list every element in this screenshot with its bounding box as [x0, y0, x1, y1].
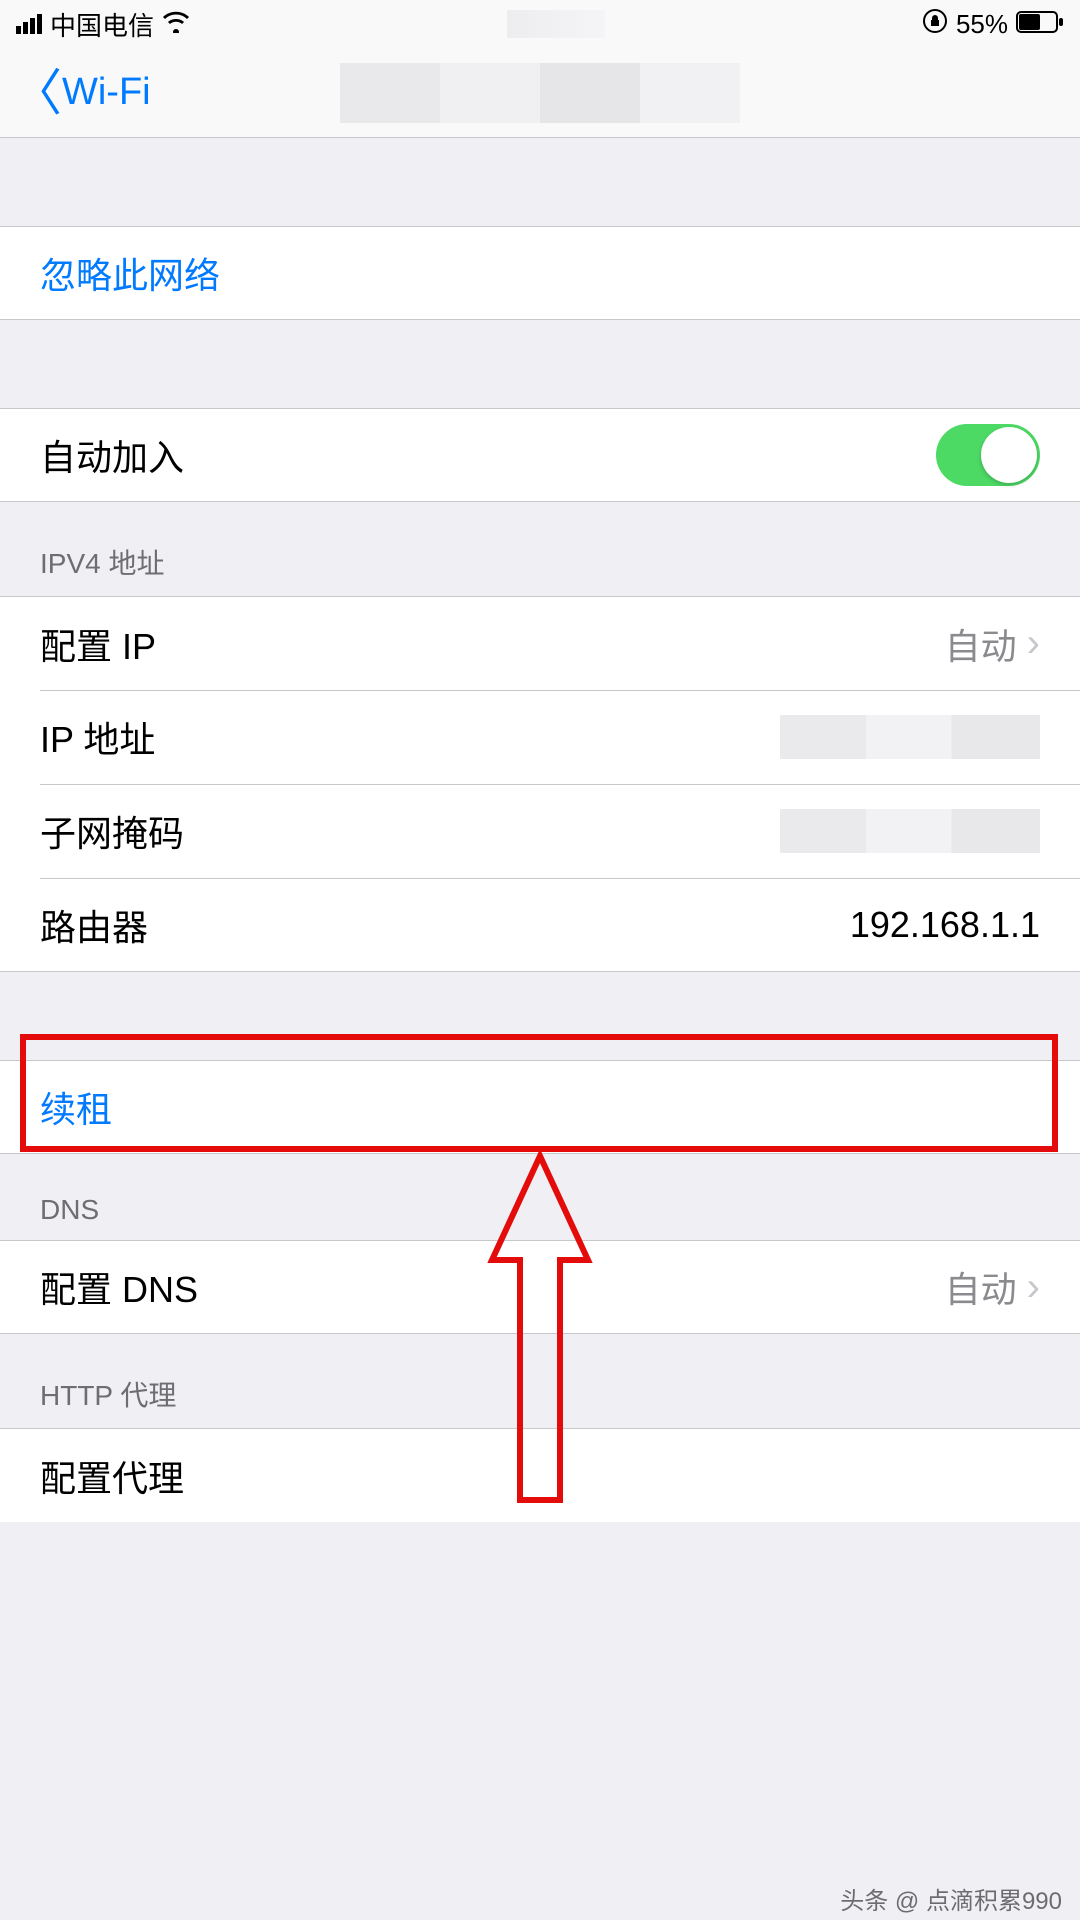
back-button[interactable]: 〈 Wi-Fi: [0, 68, 151, 118]
watermark-label: 头条 @ 点滴积累990: [840, 1881, 1062, 1916]
auto-join-label: 自动加入: [40, 429, 184, 481]
status-left: 中国电信: [16, 6, 190, 43]
subnet-mask-value-redacted: [780, 809, 1040, 853]
wifi-icon: [162, 9, 190, 40]
battery-pct: 55%: [956, 9, 1008, 40]
nav-bar: 〈 Wi-Fi: [0, 48, 1080, 138]
configure-dns-cell[interactable]: 配置 DNS 自动 ›: [0, 1240, 1080, 1334]
rotation-lock-icon: [922, 8, 948, 41]
router-cell: 路由器 192.168.1.1: [0, 878, 1080, 972]
subnet-mask-label: 子网掩码: [40, 805, 184, 857]
carrier-label: 中国电信: [50, 6, 154, 43]
status-bar: 中国电信 55%: [0, 0, 1080, 48]
configure-dns-value: 自动: [945, 1261, 1017, 1313]
configure-proxy-cell[interactable]: 配置代理: [0, 1428, 1080, 1522]
chevron-right-icon: ›: [1027, 621, 1040, 666]
back-label: Wi-Fi: [62, 71, 151, 114]
status-time-redacted: [507, 10, 605, 38]
configure-ip-value: 自动: [945, 618, 1017, 670]
configure-ip-cell[interactable]: 配置 IP 自动 ›: [0, 596, 1080, 690]
dns-header: DNS: [0, 1154, 1080, 1240]
forget-network-label: 忽略此网络: [40, 247, 220, 299]
spacer: [0, 972, 1080, 1060]
auto-join-toggle[interactable]: [936, 424, 1040, 486]
ipv4-header: IPV4 地址: [0, 502, 1080, 596]
status-right: 55%: [922, 8, 1064, 41]
ip-address-cell: IP 地址: [0, 690, 1080, 784]
forget-network-cell[interactable]: 忽略此网络: [0, 226, 1080, 320]
battery-icon: [1016, 9, 1064, 40]
chevron-left-icon: 〈: [12, 68, 62, 118]
configure-ip-label: 配置 IP: [40, 618, 156, 670]
router-label: 路由器: [40, 899, 148, 951]
renew-lease-label: 续租: [40, 1081, 112, 1133]
chevron-right-icon: ›: [1027, 1265, 1040, 1310]
configure-dns-label: 配置 DNS: [40, 1261, 198, 1313]
spacer: [0, 138, 1080, 226]
signal-icon: [16, 14, 42, 34]
nav-title-redacted: [340, 63, 740, 123]
spacer: [0, 320, 1080, 408]
renew-lease-cell[interactable]: 续租: [0, 1060, 1080, 1154]
router-value: 192.168.1.1: [850, 904, 1040, 946]
ip-address-label: IP 地址: [40, 711, 155, 763]
auto-join-cell: 自动加入: [0, 408, 1080, 502]
configure-proxy-label: 配置代理: [40, 1450, 184, 1502]
http-proxy-header: HTTP 代理: [0, 1334, 1080, 1428]
subnet-mask-cell: 子网掩码: [0, 784, 1080, 878]
ip-address-value-redacted: [780, 715, 1040, 759]
